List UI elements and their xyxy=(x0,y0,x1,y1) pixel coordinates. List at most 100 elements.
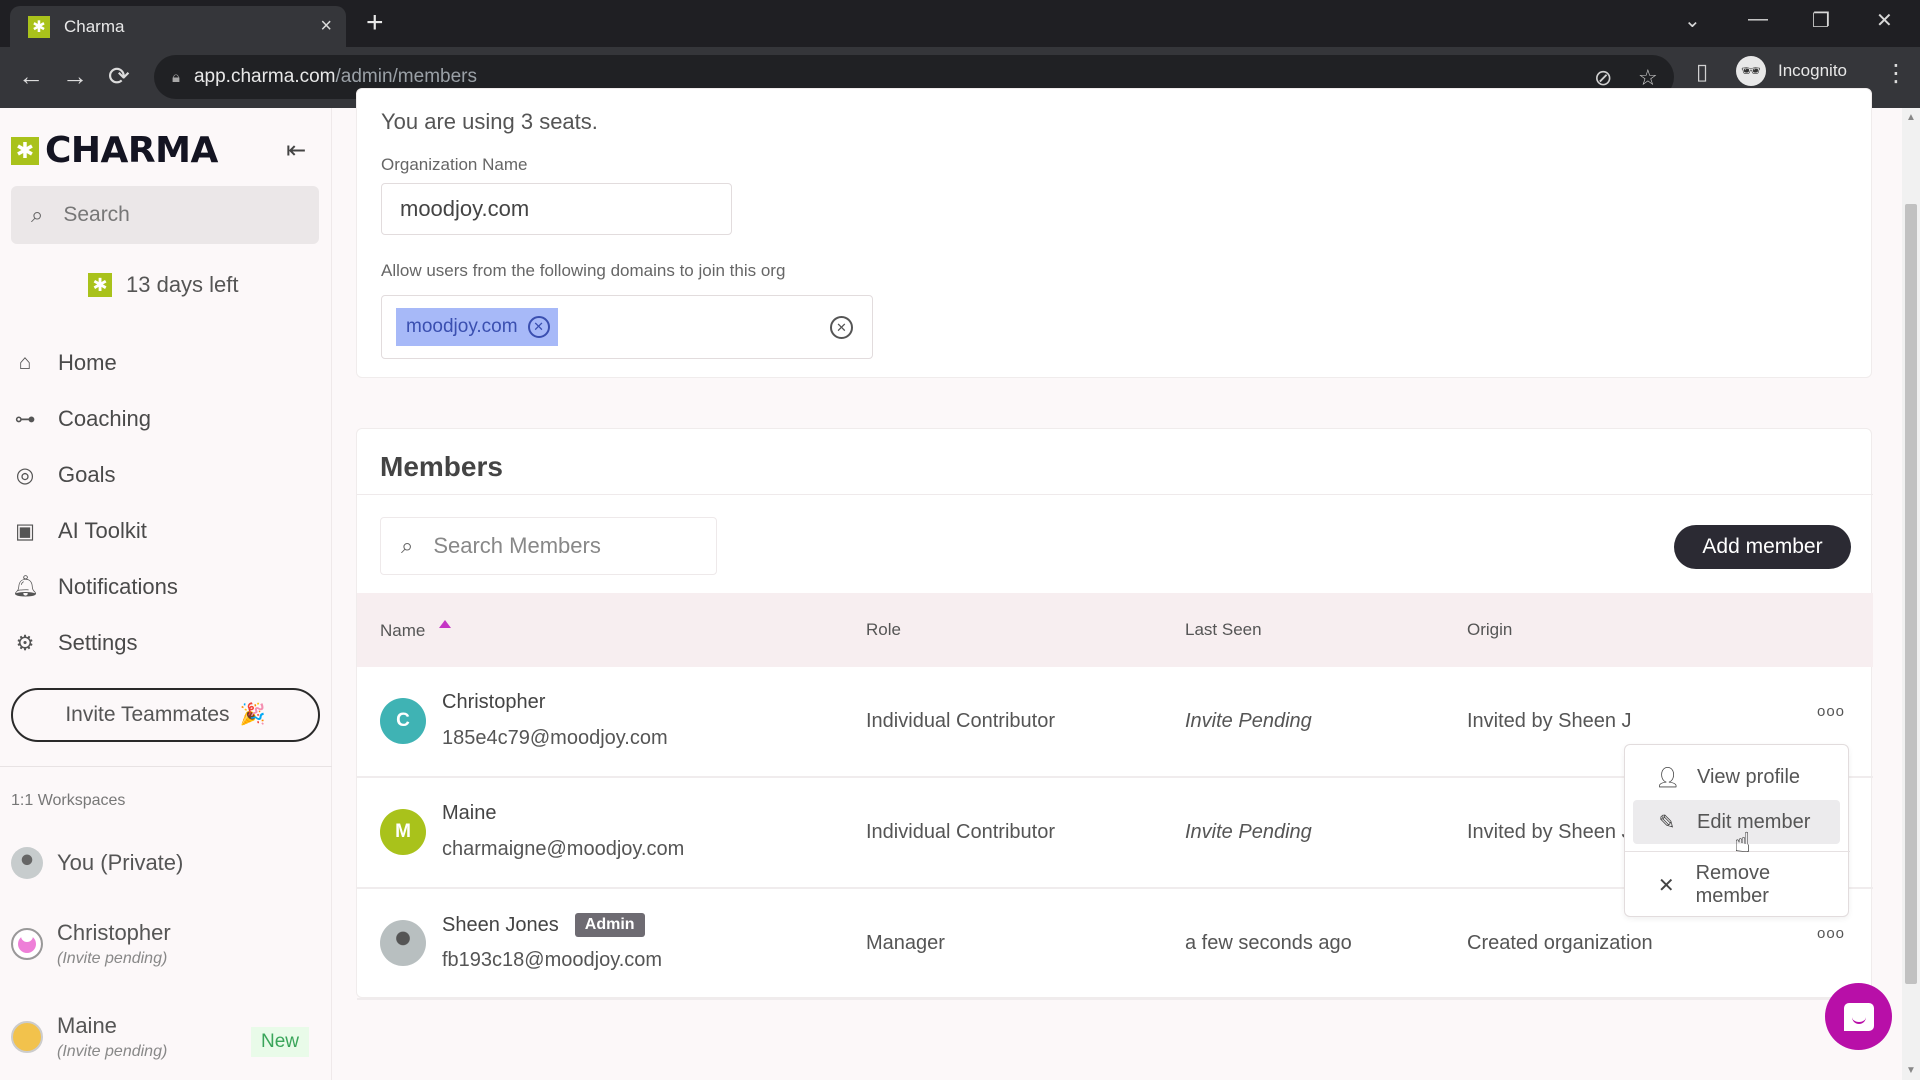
charma-favicon-icon: ✱ xyxy=(28,15,50,38)
main-content: You are using 3 seats. Organization Name… xyxy=(356,88,1873,1080)
organization-name-input[interactable]: moodjoy.com xyxy=(381,183,732,235)
tab-title: Charma xyxy=(64,16,125,36)
tab-close-icon[interactable]: × xyxy=(320,15,332,38)
sidebar-item-coaching[interactable]: ⊶ Coaching xyxy=(12,391,322,447)
seats-usage-text: You are using 3 seats. xyxy=(381,109,598,134)
chat-widget-button[interactable] xyxy=(1825,983,1892,1050)
sidebar-item-label: Notifications xyxy=(58,574,178,599)
back-icon[interactable]: ← xyxy=(18,61,44,92)
page-scrollbar[interactable]: ▲ ▼ xyxy=(1902,108,1920,1080)
member-name: Maine xyxy=(442,802,497,824)
browser-menu-icon[interactable]: ⋮ xyxy=(1884,59,1908,88)
organization-card: You are using 3 seats. Organization Name… xyxy=(356,88,1872,378)
member-email: charmaigne@moodjoy.com xyxy=(442,838,685,860)
scroll-up-icon[interactable]: ▲ xyxy=(1906,112,1916,123)
search-members-placeholder: Search Members xyxy=(433,533,601,558)
allowed-domains-input[interactable]: moodjoy.com ✕ ✕ xyxy=(381,295,873,359)
member-name: Christopher xyxy=(442,691,546,713)
lock-icon: 🔒︎ xyxy=(172,68,180,86)
member-email: fb193c18@moodjoy.com xyxy=(442,949,663,971)
sidebar-item-label: AI Toolkit xyxy=(58,518,147,543)
column-header-name[interactable]: Name xyxy=(380,619,452,641)
more-options-icon[interactable]: ooo xyxy=(1817,925,1845,942)
restore-icon[interactable]: ❐ xyxy=(1812,8,1830,33)
workspace-item[interactable]: Christopher (Invite pending) xyxy=(11,920,321,968)
members-heading: Members xyxy=(380,451,503,482)
domain-chip: moodjoy.com ✕ xyxy=(396,308,558,346)
pencil-icon: ✎ xyxy=(1658,811,1676,834)
sidebar-search-input[interactable]: ⌕ Search xyxy=(11,186,319,244)
avatar xyxy=(11,1021,43,1053)
search-icon: ⌕ xyxy=(31,202,44,227)
sidebar-divider xyxy=(0,766,332,767)
bell-icon: 🔔︎ xyxy=(12,575,39,598)
reload-icon[interactable]: ⟳ xyxy=(108,61,130,92)
domain-chip-label: moodjoy.com xyxy=(406,316,518,337)
browser-tab-bar: ✱ Charma × + ⌄ — ❐ ✕ xyxy=(0,0,1920,47)
workspace-item[interactable]: You (Private) xyxy=(11,847,321,879)
window-close-icon[interactable]: ✕ xyxy=(1876,8,1893,33)
column-header-origin[interactable]: Origin xyxy=(1467,620,1512,640)
scrollbar-thumb[interactable] xyxy=(1905,204,1917,984)
charma-logo-icon: ✱ xyxy=(11,136,39,165)
charma-logo[interactable]: ✱ CHARMA xyxy=(11,130,218,171)
admin-badge: Admin xyxy=(574,913,645,937)
invite-teammates-button[interactable]: Invite Teammates 🎉 xyxy=(11,688,320,742)
member-name: Sheen Jones xyxy=(442,913,559,936)
tab-search-icon[interactable]: ⌄ xyxy=(1684,8,1701,33)
sidebar-item-label: Goals xyxy=(58,462,116,487)
sidebar-nav: ⌂ Home ⊶ Coaching ◎ Goals ▣ AI Toolkit 🔔… xyxy=(12,335,322,671)
new-tab-button[interactable]: + xyxy=(366,8,384,38)
invite-label: Invite Teammates xyxy=(65,703,230,726)
search-icon: ⌕ xyxy=(401,533,414,558)
workspace-name: Christopher xyxy=(57,920,171,945)
avatar: M xyxy=(380,809,426,855)
sidebar-item-ai-toolkit[interactable]: ▣ AI Toolkit xyxy=(12,503,322,559)
sidebar-search-placeholder: Search xyxy=(63,203,130,226)
chat-bubble-icon xyxy=(1843,1002,1874,1031)
column-header-last-seen[interactable]: Last Seen xyxy=(1185,620,1262,640)
hand-pointer-cursor-icon: ☝ xyxy=(1734,827,1752,858)
sidebar-item-label: Coaching xyxy=(58,406,151,431)
incognito-profile[interactable]: 🕶︎ Incognito xyxy=(1736,53,1847,89)
browser-tab[interactable]: ✱ Charma × xyxy=(10,6,346,47)
sidebar-item-notifications[interactable]: 🔔︎ Notifications xyxy=(12,559,322,615)
add-member-button[interactable]: Add member xyxy=(1674,525,1851,569)
members-table-header: Name Role Last Seen Origin xyxy=(357,593,1873,667)
sidebar-item-goals[interactable]: ◎ Goals xyxy=(12,447,322,503)
new-badge: New xyxy=(250,1027,309,1057)
scroll-down-icon[interactable]: ▼ xyxy=(1906,1065,1916,1076)
workspace-status: (Invite pending) xyxy=(57,1043,168,1060)
more-options-icon[interactable]: ooo xyxy=(1817,703,1845,720)
member-origin: Created organization xyxy=(1467,932,1653,954)
minimize-icon[interactable]: — xyxy=(1748,8,1768,31)
member-role: Individual Contributor xyxy=(866,710,1055,732)
menu-item-view-profile[interactable]: 👤︎ View profile xyxy=(1633,755,1840,799)
sidebar-item-settings[interactable]: ⚙ Settings xyxy=(12,615,322,671)
collapse-sidebar-icon[interactable]: ⇤ xyxy=(286,136,306,165)
member-last-seen: a few seconds ago xyxy=(1185,932,1352,954)
sidebar-item-label: Settings xyxy=(58,630,138,655)
menu-item-label: Edit member xyxy=(1697,810,1811,833)
avatar xyxy=(11,928,43,960)
workspaces-heading: 1:1 Workspaces xyxy=(11,792,126,809)
workspace-item[interactable]: Maine (Invite pending) New xyxy=(11,1013,321,1061)
clear-domains-icon[interactable]: ✕ xyxy=(830,316,853,339)
incognito-label: Incognito xyxy=(1778,61,1847,80)
sidebar-item-label: Home xyxy=(58,350,117,375)
side-panel-icon[interactable]: ▯ xyxy=(1696,59,1708,85)
forward-icon[interactable]: → xyxy=(62,61,88,92)
search-members-input[interactable]: ⌕ Search Members xyxy=(380,517,717,575)
member-last-seen: Invite Pending xyxy=(1185,821,1312,843)
column-header-role[interactable]: Role xyxy=(866,620,901,640)
url-host: app.charma.com xyxy=(193,66,336,87)
incognito-icon: 🕶︎ xyxy=(1736,56,1766,86)
sidebar-item-home[interactable]: ⌂ Home xyxy=(12,335,322,391)
column-label: Name xyxy=(380,620,426,640)
trial-days-left: 13 days left xyxy=(126,272,239,297)
avatar xyxy=(380,920,426,966)
menu-item-label: Remove member xyxy=(1695,862,1771,907)
menu-item-remove-member[interactable]: ✕ Remove member xyxy=(1633,862,1840,907)
remove-domain-icon[interactable]: ✕ xyxy=(527,316,550,338)
member-origin: Invited by Sheen J xyxy=(1467,710,1632,732)
